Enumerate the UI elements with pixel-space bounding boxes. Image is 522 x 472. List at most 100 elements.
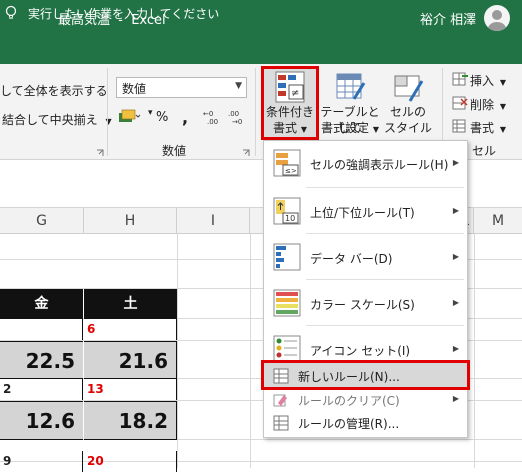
insert-button[interactable]: 挿入 ▼ bbox=[470, 72, 506, 89]
menu-separator bbox=[306, 233, 464, 234]
svg-text:≠: ≠ bbox=[291, 88, 299, 99]
date-cell[interactable]: 9 bbox=[0, 451, 83, 472]
svg-text:10: 10 bbox=[285, 214, 295, 223]
menu-item-manage-rules[interactable]: ルールの管理(R)... bbox=[264, 411, 467, 435]
temperature-cell[interactable]: 12.6 bbox=[0, 401, 83, 440]
menu-item-label: 上位/下位ルール(T) bbox=[310, 206, 415, 220]
menu-item-label: ルールの管理(R)... bbox=[298, 417, 400, 431]
wrap-text-button[interactable]: して全体を表示する bbox=[0, 82, 108, 99]
menu-item-highlight-rules[interactable]: ≤> セルの強調表示ルール(H) ▶ bbox=[264, 141, 467, 185]
increase-decimal-icon[interactable]: ←0.00 bbox=[203, 108, 221, 126]
lightbulb-icon bbox=[5, 5, 17, 21]
menu-item-top-bottom[interactable]: 10 上位/下位ルール(T) ▶ bbox=[264, 189, 467, 233]
chevron-right-icon: ▶ bbox=[452, 158, 459, 167]
tell-me-bar bbox=[0, 36, 522, 64]
delete-cells-icon bbox=[452, 96, 468, 110]
menu-separator bbox=[306, 187, 464, 188]
decrease-decimal-icon[interactable]: .00 →0 bbox=[228, 108, 246, 126]
menu-item-label: データ バー(D) bbox=[310, 252, 393, 266]
group-divider bbox=[255, 68, 256, 156]
icon-sets-icon bbox=[273, 335, 301, 363]
group-divider bbox=[107, 68, 108, 156]
avatar[interactable] bbox=[484, 5, 510, 31]
svg-text:.00: .00 bbox=[207, 118, 218, 126]
highlight-rules-icon: ≤> bbox=[273, 149, 301, 177]
svg-text:→0: →0 bbox=[232, 118, 242, 126]
cell-styles-label-line1: セルの bbox=[389, 105, 426, 119]
number-format-select[interactable]: 数値 ▼ bbox=[116, 77, 247, 98]
number-group-label: 数値 bbox=[162, 144, 187, 158]
chevron-down-icon: ▼ bbox=[499, 102, 506, 111]
tell-me-input[interactable]: 実行したい作業を入力してください bbox=[28, 5, 219, 22]
gridline bbox=[474, 234, 475, 468]
user-name[interactable]: 裕介 相澤 bbox=[420, 9, 476, 28]
chevron-down-icon: ▼ bbox=[235, 81, 242, 91]
insert-label: 挿入 bbox=[470, 74, 495, 88]
svg-text:.00: .00 bbox=[228, 110, 239, 118]
menu-item-label: カラー スケール(S) bbox=[310, 298, 415, 312]
data-bars-icon bbox=[273, 243, 301, 271]
svg-text:≤>: ≤> bbox=[285, 167, 297, 175]
cf-label-line1: 条件付き bbox=[265, 105, 314, 119]
accounting-format-icon[interactable] bbox=[118, 109, 142, 125]
cells-group-label: セル bbox=[472, 144, 497, 158]
color-scales-icon bbox=[273, 289, 301, 317]
merge-center-button[interactable]: 結合して中央揃え ▼ bbox=[2, 111, 112, 128]
chevron-down-icon: ▼ bbox=[372, 125, 379, 134]
percent-button[interactable]: % bbox=[156, 110, 168, 125]
conditional-formatting-icon: ≠ bbox=[275, 71, 305, 103]
temperature-cell[interactable]: 21.6 bbox=[84, 341, 177, 379]
column-header-g[interactable]: G bbox=[0, 208, 84, 234]
format-as-table-icon[interactable] bbox=[336, 71, 366, 103]
temperature-cell[interactable]: 18.2 bbox=[84, 401, 177, 440]
chevron-down-icon: ▼ bbox=[499, 78, 506, 87]
column-header-i[interactable]: I bbox=[177, 208, 250, 234]
cell-styles-label-text: スタイル bbox=[383, 121, 432, 135]
chevron-down-icon: ▾ bbox=[148, 108, 153, 118]
chevron-down-icon: ▼ bbox=[499, 125, 506, 134]
delete-label: 削除 bbox=[470, 98, 495, 112]
chevron-right-icon: ▶ bbox=[452, 252, 459, 261]
date-cell[interactable]: 13 bbox=[84, 379, 177, 400]
manage-rules-icon bbox=[273, 415, 289, 431]
menu-separator bbox=[306, 279, 464, 280]
date-cell[interactable]: 6 bbox=[84, 319, 177, 340]
dialog-launcher-icon[interactable] bbox=[96, 146, 104, 156]
format-table-label-line2: 書式設定 ▼ bbox=[318, 120, 382, 136]
conditional-formatting-menu: ≤> セルの強調表示ルール(H) ▶ 10 上位/下位ルール(T) ▶ データ … bbox=[263, 140, 468, 438]
top-bottom-icon: 10 bbox=[273, 197, 301, 225]
comma-style-button[interactable]: , bbox=[182, 108, 188, 127]
cf-label-text: 書式 bbox=[273, 121, 298, 135]
cell-styles-icon[interactable] bbox=[394, 71, 424, 103]
day-header-fri[interactable]: 金 bbox=[0, 289, 83, 319]
format-cells-icon bbox=[452, 119, 468, 133]
menu-separator bbox=[306, 325, 464, 326]
column-header-h[interactable]: H bbox=[84, 208, 177, 234]
menu-item-data-bars[interactable]: データ バー(D) ▶ bbox=[264, 235, 467, 279]
menu-item-label: アイコン セット(I) bbox=[310, 344, 411, 358]
menu-item-label: セルの強調表示ルール(H) bbox=[310, 158, 449, 172]
format-button[interactable]: 書式 ▼ bbox=[470, 119, 506, 136]
date-cell[interactable]: 2 bbox=[0, 379, 83, 400]
format-label: 書式 bbox=[470, 121, 495, 135]
menu-item-clear-rules[interactable]: ルールのクリア(C) ▶ bbox=[264, 389, 467, 411]
chevron-right-icon: ▶ bbox=[452, 394, 459, 403]
menu-item-color-scales[interactable]: カラー スケール(S) ▶ bbox=[264, 281, 467, 325]
temperature-cell[interactable]: 22.5 bbox=[0, 341, 83, 379]
merge-center-label: 結合して中央揃え bbox=[2, 113, 98, 127]
cf-label-line2: 書式 ▼ bbox=[264, 120, 316, 136]
insert-cells-icon bbox=[452, 72, 468, 86]
format-table-label-text: 書式設定 bbox=[321, 121, 370, 135]
date-cell[interactable] bbox=[0, 319, 83, 340]
chevron-right-icon: ▶ bbox=[452, 206, 459, 215]
gridline bbox=[250, 234, 251, 468]
column-header-m[interactable]: M bbox=[474, 208, 522, 234]
gridline bbox=[177, 234, 178, 468]
date-cell[interactable]: 20 bbox=[84, 451, 177, 472]
delete-button[interactable]: 削除 ▼ bbox=[470, 96, 506, 113]
menu-item-label: ルールのクリア(C) bbox=[298, 394, 400, 408]
chevron-right-icon: ▶ bbox=[452, 344, 459, 353]
chevron-down-icon: ▼ bbox=[300, 125, 307, 134]
dialog-launcher-icon[interactable] bbox=[242, 146, 250, 156]
day-header-sat[interactable]: 土 bbox=[84, 289, 177, 319]
